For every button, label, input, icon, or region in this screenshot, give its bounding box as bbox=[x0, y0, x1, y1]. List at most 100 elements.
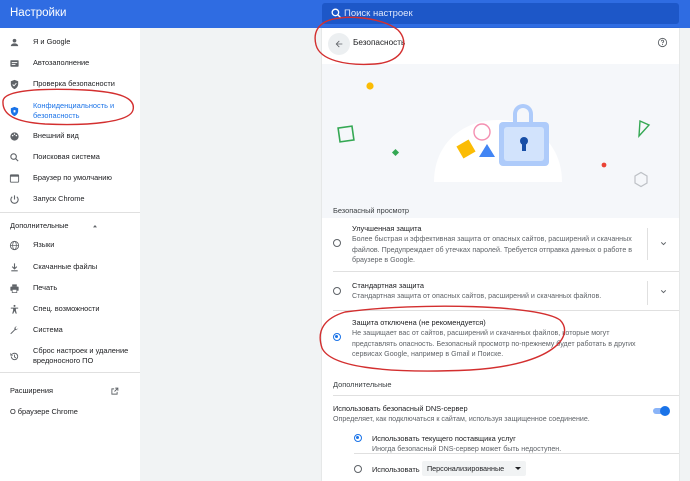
toggle-knob bbox=[660, 406, 670, 416]
security-card: Безопасность Безопасный просмотр Улучшен… bbox=[322, 28, 679, 481]
dns-current-title: Использовать текущего поставщика услуг bbox=[372, 434, 516, 443]
sidebar-item-default-browser[interactable]: Браузер по умолчанию bbox=[0, 167, 140, 189]
sidebar-item-label: Поисковая система bbox=[33, 152, 100, 161]
sidebar-item-label: Сброс настроек и удаление вредоносного П… bbox=[33, 346, 129, 365]
sidebar-item-you-and-google[interactable]: Я и Google bbox=[0, 31, 140, 53]
chevron-up-icon bbox=[92, 224, 97, 227]
sidebar-item-appearance[interactable]: Внешний вид bbox=[0, 125, 140, 147]
divider bbox=[333, 310, 679, 311]
sidebar-item-reset[interactable]: Сброс настроек и удаление вредоносного П… bbox=[0, 343, 140, 369]
sidebar-item-safety-check[interactable]: Проверка безопасности bbox=[0, 73, 140, 95]
search-icon bbox=[331, 8, 342, 19]
hero-illustration bbox=[322, 64, 679, 218]
option-desc: Более быстрая и эффективная защита от оп… bbox=[352, 235, 633, 265]
dns-desc: Определяет, как подключаться к сайтам, и… bbox=[333, 415, 590, 423]
search-box[interactable] bbox=[322, 3, 679, 24]
option-separator bbox=[647, 228, 648, 260]
palette-icon bbox=[10, 131, 19, 141]
sidebar-item-label: Расширения bbox=[10, 386, 53, 395]
wrench-icon bbox=[10, 325, 19, 334]
sidebar-item-privacy[interactable]: Конфиденциальность и безопасность bbox=[0, 98, 140, 124]
arrow-back-icon bbox=[335, 40, 343, 48]
option-no-protection[interactable]: Защита отключена (не рекомендуется) Не з… bbox=[322, 318, 679, 362]
sidebar: Я и Google Автозаполнение Проверка безоп… bbox=[0, 28, 140, 481]
sidebar-item-label: Спец. возможности bbox=[33, 304, 100, 313]
printer-icon bbox=[10, 283, 19, 293]
sidebar-item-accessibility[interactable]: Спец. возможности bbox=[0, 298, 140, 320]
sidebar-divider bbox=[0, 372, 140, 373]
sidebar-item-languages[interactable]: Языки bbox=[0, 234, 140, 256]
chevron-down-icon[interactable] bbox=[659, 287, 668, 296]
sidebar-item-downloads[interactable]: Скачанные файлы bbox=[0, 256, 140, 278]
dns-use-label: Использовать bbox=[372, 465, 420, 474]
search-icon bbox=[10, 152, 19, 162]
caret-down-icon bbox=[515, 467, 521, 470]
open-in-new-icon bbox=[111, 387, 119, 395]
dns-toggle[interactable] bbox=[651, 406, 670, 416]
radio-custom-provider[interactable] bbox=[354, 465, 362, 473]
sidebar-item-label: Автозаполнение bbox=[33, 58, 90, 67]
sidebar-item-extensions[interactable]: Расширения bbox=[0, 380, 140, 402]
security-illustration bbox=[337, 82, 651, 188]
radio-standard[interactable] bbox=[333, 287, 341, 295]
radio-current-provider[interactable] bbox=[354, 434, 362, 442]
sidebar-item-label: Я и Google bbox=[33, 37, 71, 46]
advanced-toggle[interactable]: Дополнительные bbox=[10, 221, 99, 230]
download-icon bbox=[11, 262, 18, 271]
sidebar-item-about[interactable]: О браузере Chrome bbox=[0, 401, 140, 423]
option-desc: Не защищает вас от сайтов, расширений и … bbox=[352, 329, 636, 359]
sidebar-item-label: Печать bbox=[33, 283, 58, 292]
browser-icon bbox=[9, 173, 20, 183]
option-title: Улучшенная защита bbox=[352, 224, 422, 233]
option-standard[interactable]: Стандартная защита Стандартная защита от… bbox=[322, 281, 679, 311]
sidebar-item-printing[interactable]: Печать bbox=[0, 277, 140, 299]
sidebar-item-on-startup[interactable]: Запуск Chrome bbox=[0, 188, 140, 210]
section-title-safe-browsing: Безопасный просмотр bbox=[333, 206, 410, 215]
sidebar-item-label: Проверка безопасности bbox=[33, 79, 115, 88]
accessibility-icon bbox=[10, 304, 19, 314]
dns-provider-select[interactable]: Персонализированные bbox=[422, 461, 526, 476]
sidebar-item-label: Запуск Chrome bbox=[33, 194, 85, 203]
dns-provider-value: Персонализированные bbox=[427, 464, 505, 473]
sidebar-item-label: Скачанные файлы bbox=[33, 262, 98, 271]
restore-icon bbox=[10, 352, 19, 360]
option-title: Защита отключена (не рекомендуется) bbox=[352, 318, 486, 327]
dns-title: Использовать безопасный DNS-сервер bbox=[333, 404, 468, 413]
page-title: Безопасность bbox=[353, 38, 406, 47]
shield-check-icon bbox=[10, 79, 19, 89]
radio-enhanced[interactable] bbox=[333, 239, 341, 247]
sidebar-divider bbox=[0, 212, 140, 213]
advanced-header: Дополнительные bbox=[10, 221, 69, 230]
person-icon bbox=[10, 38, 19, 46]
dns-option-custom[interactable]: Использовать Персонализированные bbox=[322, 461, 679, 480]
sidebar-item-label: Система bbox=[33, 325, 63, 334]
dns-current-desc: Иногда безопасный DNS-сервер может быть … bbox=[372, 445, 562, 453]
sidebar-item-label: Языки bbox=[33, 240, 55, 249]
radio-no-protection[interactable] bbox=[333, 333, 341, 341]
divider bbox=[333, 395, 679, 396]
chevron-down-icon[interactable] bbox=[659, 239, 668, 248]
sidebar-item-search-engine[interactable]: Поисковая система bbox=[0, 146, 140, 168]
help-icon[interactable] bbox=[657, 37, 668, 48]
sidebar-item-label: О браузере Chrome bbox=[10, 407, 78, 416]
option-separator bbox=[647, 281, 648, 305]
section-title-advanced: Дополнительные bbox=[333, 380, 392, 389]
sidebar-item-system[interactable]: Система bbox=[0, 319, 140, 341]
card-header: Безопасность bbox=[322, 28, 679, 60]
back-button[interactable] bbox=[328, 33, 350, 55]
power-icon bbox=[10, 194, 19, 204]
globe-icon bbox=[9, 240, 20, 250]
sidebar-item-label: Внешний вид bbox=[33, 131, 79, 140]
divider bbox=[354, 453, 679, 454]
sidebar-item-label: Конфиденциальность и безопасность bbox=[33, 101, 115, 120]
option-desc: Стандартная защита от опасных сайтов, ра… bbox=[352, 292, 602, 300]
top-bar: Настройки bbox=[0, 0, 690, 28]
option-enhanced[interactable]: Улучшенная защита Более быстрая и эффект… bbox=[322, 224, 679, 268]
shield-icon bbox=[10, 106, 19, 116]
search-input[interactable] bbox=[344, 3, 664, 24]
app-title: Настройки bbox=[10, 7, 67, 19]
sidebar-item-label: Браузер по умолчанию bbox=[33, 173, 112, 182]
sidebar-item-autofill[interactable]: Автозаполнение bbox=[0, 52, 140, 74]
option-title: Стандартная защита bbox=[352, 281, 424, 290]
autofill-icon bbox=[10, 59, 19, 67]
